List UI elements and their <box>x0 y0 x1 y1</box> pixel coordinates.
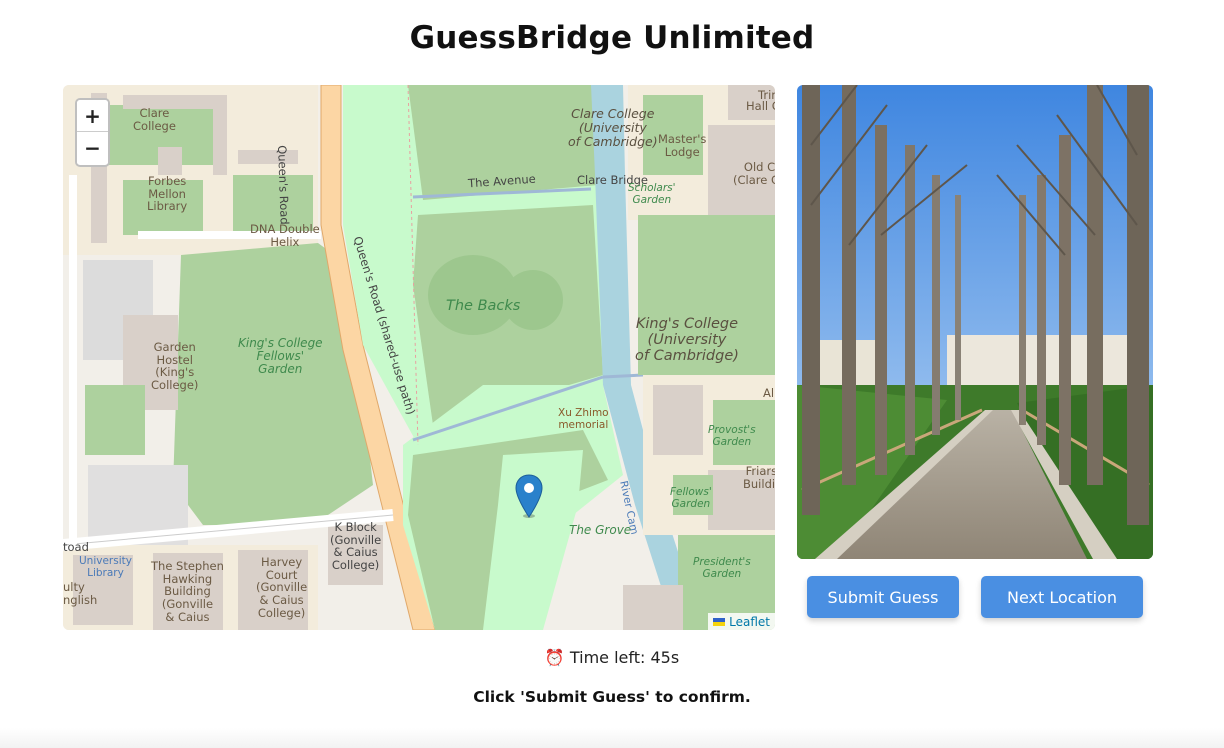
instruction-text: Click 'Submit Guess' to confirm. <box>473 688 751 706</box>
alarm-clock-icon: ⏰ <box>544 648 565 667</box>
label-scholars-garden: Scholars' Garden <box>628 182 676 206</box>
label-xu-zhimo-memorial: Xu Zhimo memorial <box>558 407 609 431</box>
label-friars-building: FriarsBuildir <box>743 464 775 491</box>
zoom-in-button[interactable]: + <box>77 100 108 132</box>
label-harvey-court: Harvey Court (Gonville & Caius College) <box>256 555 308 620</box>
label-clare-college: Clare College <box>133 106 176 133</box>
attribution-link[interactable]: Leaflet <box>729 615 770 629</box>
map-view[interactable]: Clare College Clare College (University of … <box>63 85 775 630</box>
label-university-library: University Library <box>79 555 132 579</box>
location-photo <box>797 85 1153 559</box>
label-faculty-english: ulty nglish <box>63 580 98 607</box>
label-kings-fellows-garden: King's College Fellows' Garden <box>238 336 323 377</box>
page-title: GuessBridge Unlimited <box>409 20 815 56</box>
label-trinity: Trin <box>758 88 775 102</box>
label-al: Al <box>763 386 775 400</box>
footer-shade <box>0 728 1224 748</box>
label-kings-college: King's College (University of Cambridge) <box>635 316 739 364</box>
label-queens-road: Queen's Road <box>275 144 292 225</box>
label-garden-hostel: Garden Hostel (King's College) <box>151 340 199 392</box>
label-dna-helix: DNA Double Helix <box>250 222 320 249</box>
label-old-court: Old C(Clare Co <box>733 160 775 187</box>
label-forbes-library: Forbes Mellon Library <box>147 174 188 214</box>
submit-guess-button[interactable]: Submit Guess <box>807 576 959 618</box>
ukraine-flag-icon <box>713 617 726 626</box>
timer-text: Time left: 45s <box>569 648 680 667</box>
label-masters-lodge: Master's Lodge <box>658 132 707 159</box>
label-fellows-garden: Fellows' Garden <box>670 486 712 510</box>
zoom-out-button[interactable]: − <box>77 132 108 164</box>
label-the-backs: The Backs <box>446 298 521 314</box>
label-clare-college-university: Clare College (University of Cambridge) <box>568 106 658 149</box>
timer: ⏰ Time left: 45s <box>0 648 1224 667</box>
map-marker-icon[interactable] <box>515 474 543 522</box>
label-the-grove: The Grove <box>569 523 632 537</box>
label-k-block: K Block (Gonville & Caius College) <box>330 520 382 572</box>
label-road-left: toad <box>63 540 89 554</box>
label-presidents-garden: President's Garden <box>693 556 751 580</box>
map-attribution[interactable]: Leaflet <box>708 613 775 630</box>
label-stephen-hawking-building: The Stephen Hawking Building (Gonville & Cai… <box>151 559 224 624</box>
next-location-button[interactable]: Next Location <box>981 576 1143 618</box>
label-provosts-garden: Provost's Garden <box>708 424 756 448</box>
zoom-control: + − <box>75 98 110 167</box>
